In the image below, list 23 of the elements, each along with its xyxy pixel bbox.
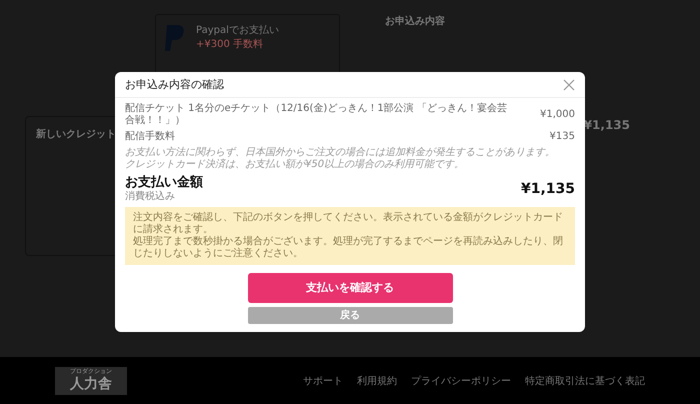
item-name: 配信手数料: [125, 131, 176, 144]
tax-included-label: 消費税込み: [125, 190, 176, 203]
footer-link[interactable]: プライバシーポリシー: [411, 374, 511, 388]
confirm-payment-button[interactable]: 支払いを確認する: [248, 272, 452, 303]
footer-link[interactable]: 特定商取引法に基づく表記: [525, 374, 645, 388]
item-price: ¥1,000: [540, 109, 575, 122]
credit-card-title: 新しいクレジット: [36, 129, 116, 140]
notice-text: 注文内容をご確認し、下記のボタンを押してください。表示されている金額がクレジットカードに請求されます。: [133, 212, 564, 236]
note-text: クレジットカード決済は、お支払い額が¥50以上の場合のみ利用可能です。: [125, 159, 466, 172]
item-name: 配信チケット 1名分のeチケット（12/16(金)どっきん！1部公演 「どっきん！宴会芸合戦！！」）: [125, 103, 508, 128]
close-icon[interactable]: [563, 78, 575, 91]
note-text: お支払い方法に関わらず、日本国外からご注文の場合には追加料金が発生することがあります。: [125, 147, 556, 158]
footer-link[interactable]: サポート: [303, 374, 343, 388]
notice-text: 処理完了まで数秒掛かる場合がございます。処理が完了するまでページを再読み込みしたり、閉じたりしないようにご注意ください。: [133, 236, 564, 260]
total-amount: ¥1,135: [520, 180, 575, 198]
footer-link[interactable]: 利用規約: [357, 374, 397, 388]
dialog-title: お申込み内容の確認: [125, 78, 224, 92]
total-label: お支払い金額: [125, 175, 203, 190]
paypal-fee: +¥300 手数料: [196, 38, 264, 51]
summary-title: お申込み内容: [385, 14, 446, 28]
paypal-title: Paypalでお支払い: [196, 24, 279, 37]
item-price: ¥135: [550, 131, 575, 144]
summary-total: ¥1,135: [584, 118, 630, 132]
